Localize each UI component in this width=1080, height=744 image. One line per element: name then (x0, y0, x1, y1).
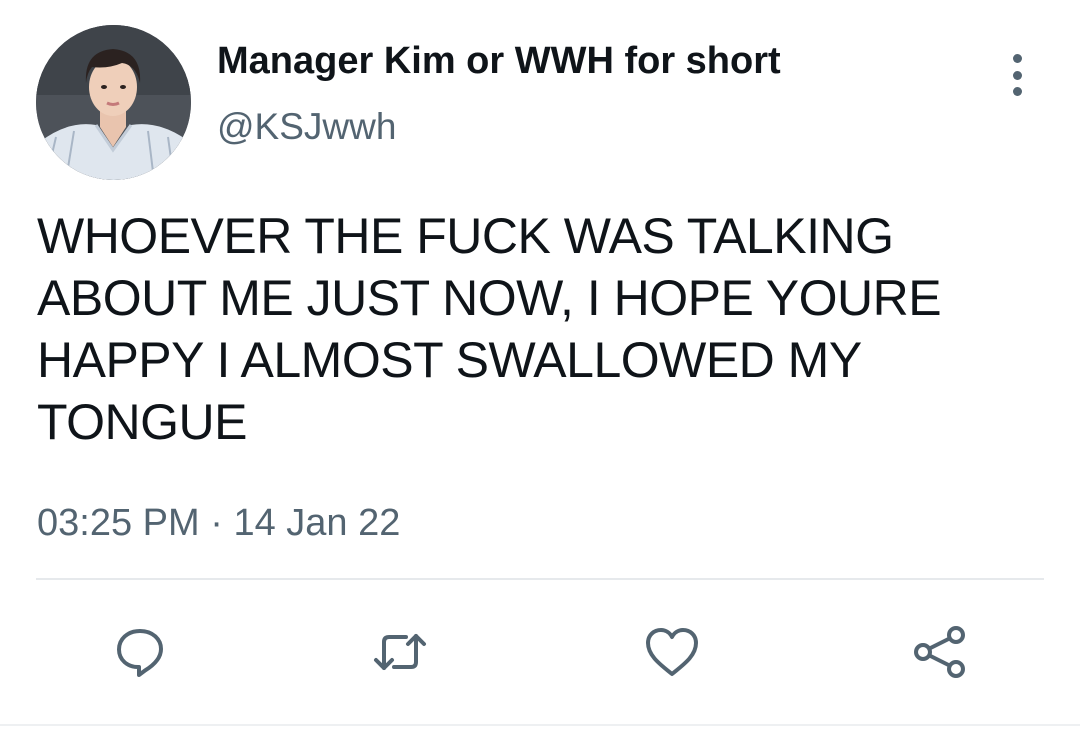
share-button[interactable] (910, 622, 970, 682)
author-display-name[interactable]: Manager Kim or WWH for short (217, 38, 781, 84)
author-handle[interactable]: @KSJwwh (217, 105, 396, 149)
tweet-text-line: TONGUE (37, 394, 248, 450)
bottom-divider (0, 724, 1080, 726)
tweet-text-line: ABOUT ME JUST NOW, I HOPE YOURE (37, 270, 942, 326)
comment-bubble-icon (117, 629, 163, 677)
more-dot (1012, 70, 1022, 80)
retweet-button[interactable] (370, 622, 430, 682)
retweet-icon (374, 634, 426, 670)
reply-button[interactable] (110, 622, 170, 682)
timestamp-separator: · (210, 502, 223, 544)
share-icon (914, 626, 965, 678)
tweet-timestamp[interactable]: 03:25 PM · 14 Jan 22 (37, 500, 400, 546)
tweet-text-line: HAPPY I ALMOST SWALLOWED MY (37, 332, 862, 388)
heart-icon (646, 628, 698, 676)
more-dot (1012, 54, 1022, 63)
more-options-icon[interactable] (1000, 50, 1034, 100)
tweet-text-line: WHOEVER THE FUCK WAS TALKING (37, 208, 894, 264)
profile-photo-icon (36, 25, 191, 180)
avatar[interactable] (36, 25, 191, 180)
tweet-date: 14 Jan 22 (233, 502, 401, 544)
divider (36, 578, 1044, 580)
tweet-text: WHOEVER THE FUCK WAS TALKING ABOUT ME JU… (37, 205, 1047, 453)
tweet-time: 03:25 PM (37, 502, 200, 544)
more-dot (1012, 87, 1022, 96)
like-button[interactable] (642, 622, 702, 682)
